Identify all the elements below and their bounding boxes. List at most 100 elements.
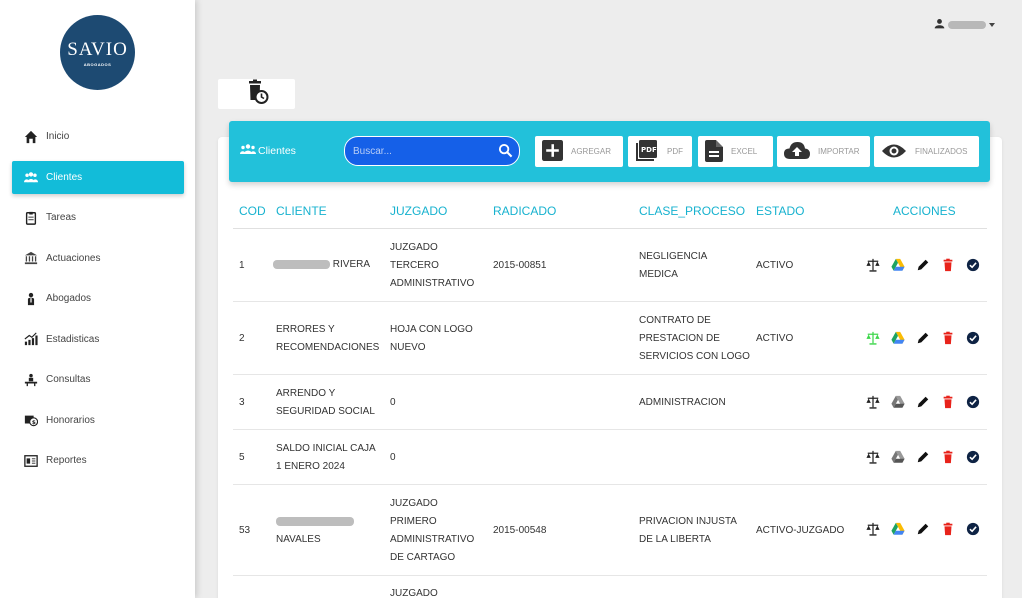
sidebar-item-label: Estadisticas [46, 333, 100, 345]
sidebar-item-honorarios[interactable]: $ Honorarios [12, 404, 184, 437]
table-row[interactable]: 1 RIVERA JUZGADO TERCERO ADMINISTRATIVO … [233, 229, 987, 302]
cell-cliente: RIVERA [273, 229, 370, 302]
edit-pencil-icon[interactable] [916, 258, 930, 272]
col-clase-proceso[interactable]: CLASE_PROCESO [639, 204, 745, 218]
google-drive-icon[interactable] [891, 450, 905, 464]
col-cliente[interactable]: CLIENTE [276, 204, 327, 218]
table-row[interactable]: 5 SALDO INICIAL CAJA 1 ENERO 2024 0 [233, 430, 987, 485]
cell-cliente-text: NAVALES [276, 534, 321, 545]
scales-icon[interactable] [866, 258, 880, 272]
cell-clase-proceso: NEGLIGENCIA MEDICA [639, 250, 707, 280]
chart-icon [23, 332, 39, 346]
courthouse-icon [23, 251, 39, 265]
sidebar-item-consultas[interactable]: Consultas [12, 363, 184, 396]
sidebar-item-clientes[interactable]: Clientes [12, 160, 184, 194]
check-circle-icon[interactable] [966, 331, 980, 345]
redacted-text [273, 259, 330, 269]
table-row[interactable]: 3 ARRENDO Y SEGURIDAD SOCIAL 0 ADMINISTR… [233, 375, 987, 430]
plus-square-icon [542, 140, 563, 163]
check-circle-icon[interactable] [966, 522, 980, 536]
scales-icon[interactable] [866, 450, 880, 464]
row-actions [866, 331, 980, 345]
pdf-icon: PDF [635, 139, 659, 164]
finished-button-label: FINALIZADOS [915, 147, 968, 156]
cell-clase-proceso: CONTRATO DE PRESTACION DE SERVICIOS CON … [639, 314, 750, 362]
check-circle-icon[interactable] [966, 258, 980, 272]
cell-cod: 2 [239, 332, 245, 344]
col-juzgado[interactable]: JUZGADO [390, 204, 447, 218]
redacted-text [276, 516, 354, 526]
sidebar-item-label: Abogados [46, 293, 92, 304]
sidebar-item-label: Tareas [46, 212, 77, 223]
google-drive-icon[interactable] [891, 522, 905, 536]
sidebar-item-tareas[interactable]: Tareas [12, 201, 184, 234]
google-drive-icon[interactable] [891, 395, 905, 409]
toolbar-title: Clientes [240, 143, 296, 158]
sidebar-item-label: Reportes [46, 455, 87, 466]
cell-cliente: NAVALES [276, 485, 354, 576]
search-input[interactable] [353, 143, 493, 159]
sidebar-item-label: Honorarios [46, 414, 95, 426]
sidebar-item-label: Clientes [46, 171, 83, 183]
scales-icon[interactable] [866, 395, 880, 409]
import-button[interactable]: IMPORTAR [777, 136, 870, 167]
sidebar-item-actuaciones[interactable]: Actuaciones [12, 242, 184, 275]
table-row[interactable]: 2 ERRORES Y RECOMENDACIONES HOJA CON LOG… [233, 302, 987, 375]
users-icon [240, 143, 256, 158]
cell-cod: 1 [239, 259, 245, 271]
google-drive-icon[interactable] [891, 331, 905, 345]
sidebar: SAVIO ABOGADOS Inicio Clientes Tareas Ac… [0, 0, 195, 598]
delete-trash-icon[interactable] [941, 331, 955, 345]
delete-trash-icon[interactable] [941, 258, 955, 272]
edit-pencil-icon[interactable] [916, 450, 930, 464]
edit-pencil-icon[interactable] [916, 331, 930, 345]
row-actions [866, 395, 980, 409]
table-row[interactable]: JUZGADO [233, 577, 987, 598]
cell-juzgado: JUZGADO PRIMERO ADMINISTRATIVO DE CARTAG… [390, 497, 475, 563]
col-cod[interactable]: COD [239, 204, 266, 218]
table-header: COD CLIENTE JUZGADO RADICADO CLASE_PROCE… [233, 203, 987, 229]
search-icon[interactable] [498, 143, 513, 158]
sidebar-item-abogados[interactable]: Abogados [12, 282, 184, 315]
sidebar-item-estadisticas[interactable]: Estadisticas [12, 323, 184, 356]
finished-button[interactable]: FINALIZADOS [874, 136, 979, 167]
table-row[interactable]: 53 NAVALES JUZGADO PRIMERO ADMINISTRATIV… [233, 485, 987, 576]
row-actions [866, 258, 980, 272]
user-icon [934, 16, 945, 34]
cloud-upload-icon [784, 141, 810, 163]
delete-trash-icon[interactable] [941, 450, 955, 464]
scales-icon[interactable] [866, 331, 880, 345]
lawyer-icon [23, 292, 39, 306]
edit-pencil-icon[interactable] [916, 522, 930, 536]
scales-icon[interactable] [866, 522, 880, 536]
add-button-label: AGREGAR [571, 147, 612, 156]
google-drive-icon[interactable] [891, 258, 905, 272]
cell-cod: 3 [239, 396, 245, 408]
report-icon [23, 454, 39, 468]
trash-history-button[interactable] [218, 79, 295, 109]
logo: SAVIO ABOGADOS [60, 15, 135, 90]
add-button[interactable]: AGREGAR [535, 136, 623, 167]
cell-cod: 53 [239, 524, 251, 536]
sidebar-item-label: Consultas [46, 374, 91, 385]
col-estado[interactable]: ESTADO [756, 204, 804, 218]
delete-trash-icon[interactable] [941, 395, 955, 409]
cell-cliente: ERRORES Y RECOMENDACIONES [276, 323, 380, 353]
delete-trash-icon[interactable] [941, 522, 955, 536]
user-menu[interactable] [934, 16, 995, 34]
logo-text: SAVIO [67, 38, 128, 60]
sidebar-item-reportes[interactable]: Reportes [12, 444, 184, 477]
clients-toolbar: Clientes AGREGAR PDF PDF EXCEL IMPORTAR … [229, 121, 990, 182]
sidebar-item-inicio[interactable]: Inicio [12, 120, 184, 153]
excel-button[interactable]: EXCEL [698, 136, 773, 167]
edit-pencil-icon[interactable] [916, 395, 930, 409]
row-actions [866, 450, 980, 464]
pdf-button-label: PDF [667, 147, 683, 156]
clipboard-icon [23, 211, 39, 225]
check-circle-icon[interactable] [966, 395, 980, 409]
cell-juzgado: HOJA CON LOGO NUEVO [390, 323, 473, 353]
check-circle-icon[interactable] [966, 450, 980, 464]
col-radicado[interactable]: RADICADO [493, 204, 556, 218]
excel-button-label: EXCEL [731, 147, 758, 156]
pdf-button[interactable]: PDF PDF [628, 136, 692, 167]
